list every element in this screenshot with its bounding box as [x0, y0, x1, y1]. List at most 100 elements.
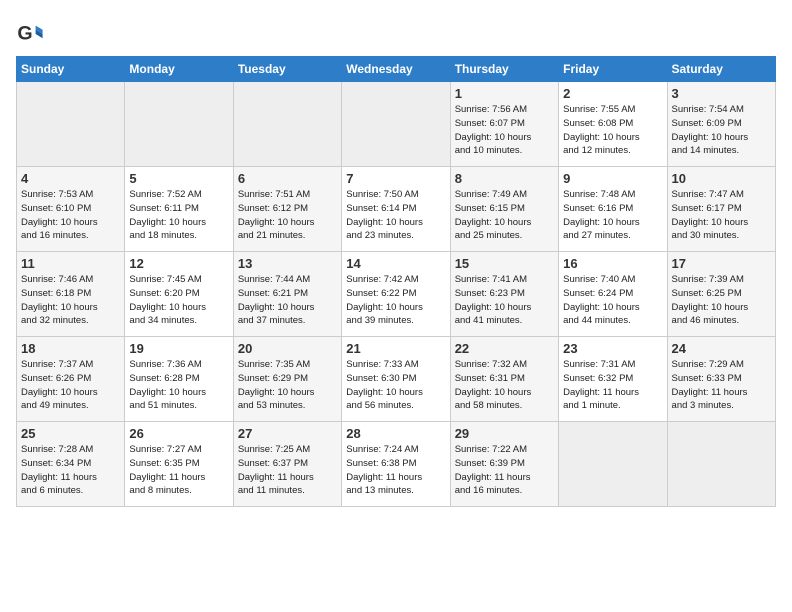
calendar-cell: 27 Sunrise: 7:25 AM Sunset: 6:37 PM Dayli… [233, 422, 341, 507]
day-info: Sunrise: 7:47 AM Sunset: 6:17 PM Dayligh… [672, 188, 771, 243]
calendar-page: G SundayMondayTuesdayWednesdayThursdayFr… [0, 0, 792, 523]
day-info: Sunrise: 7:31 AM Sunset: 6:32 PM Dayligh… [563, 358, 662, 413]
calendar-cell: 9 Sunrise: 7:48 AM Sunset: 6:16 PM Daylig… [559, 167, 667, 252]
calendar-cell: 14 Sunrise: 7:42 AM Sunset: 6:22 PM Dayli… [342, 252, 450, 337]
day-number: 11 [21, 256, 120, 271]
day-info: Sunrise: 7:42 AM Sunset: 6:22 PM Dayligh… [346, 273, 445, 328]
day-info: Sunrise: 7:50 AM Sunset: 6:14 PM Dayligh… [346, 188, 445, 243]
day-info: Sunrise: 7:36 AM Sunset: 6:28 PM Dayligh… [129, 358, 228, 413]
calendar-cell [17, 82, 125, 167]
calendar-week-row: 11 Sunrise: 7:46 AM Sunset: 6:18 PM Dayli… [17, 252, 776, 337]
day-info: Sunrise: 7:24 AM Sunset: 6:38 PM Dayligh… [346, 443, 445, 498]
calendar-cell: 18 Sunrise: 7:37 AM Sunset: 6:26 PM Dayli… [17, 337, 125, 422]
day-header-saturday: Saturday [667, 57, 775, 82]
day-number: 19 [129, 341, 228, 356]
day-info: Sunrise: 7:40 AM Sunset: 6:24 PM Dayligh… [563, 273, 662, 328]
calendar-cell [125, 82, 233, 167]
day-info: Sunrise: 7:35 AM Sunset: 6:29 PM Dayligh… [238, 358, 337, 413]
day-number: 15 [455, 256, 554, 271]
day-number: 26 [129, 426, 228, 441]
calendar-cell [233, 82, 341, 167]
calendar-cell: 4Sunrise: 7:53 AM Sunset: 6:10 PM Daylig… [17, 167, 125, 252]
day-header-tuesday: Tuesday [233, 57, 341, 82]
day-number: 27 [238, 426, 337, 441]
calendar-cell: 25 Sunrise: 7:28 AM Sunset: 6:34 PM Dayli… [17, 422, 125, 507]
day-info: Sunrise: 7:41 AM Sunset: 6:23 PM Dayligh… [455, 273, 554, 328]
day-info: Sunrise: 7:45 AM Sunset: 6:20 PM Dayligh… [129, 273, 228, 328]
day-number: 25 [21, 426, 120, 441]
day-info: Sunrise: 7:39 AM Sunset: 6:25 PM Dayligh… [672, 273, 771, 328]
day-info: Sunrise: 7:29 AM Sunset: 6:33 PM Dayligh… [672, 358, 771, 413]
day-number: 8 [455, 171, 554, 186]
calendar-week-row: 25 Sunrise: 7:28 AM Sunset: 6:34 PM Dayli… [17, 422, 776, 507]
day-info: Sunrise: 7:49 AM Sunset: 6:15 PM Dayligh… [455, 188, 554, 243]
day-header-friday: Friday [559, 57, 667, 82]
calendar-cell: 12 Sunrise: 7:45 AM Sunset: 6:20 PM Dayli… [125, 252, 233, 337]
day-info: Sunrise: 7:48 AM Sunset: 6:16 PM Dayligh… [563, 188, 662, 243]
day-number: 2 [563, 86, 662, 101]
day-number: 21 [346, 341, 445, 356]
day-info: Sunrise: 7:22 AM Sunset: 6:39 PM Dayligh… [455, 443, 554, 498]
day-number: 23 [563, 341, 662, 356]
day-info: Sunrise: 7:37 AM Sunset: 6:26 PM Dayligh… [21, 358, 120, 413]
calendar-cell: 10 Sunrise: 7:47 AM Sunset: 6:17 PM Dayli… [667, 167, 775, 252]
day-info: Sunrise: 7:54 AM Sunset: 6:09 PM Dayligh… [672, 103, 771, 158]
day-number: 3 [672, 86, 771, 101]
day-number: 24 [672, 341, 771, 356]
day-info: Sunrise: 7:25 AM Sunset: 6:37 PM Dayligh… [238, 443, 337, 498]
day-header-thursday: Thursday [450, 57, 558, 82]
svg-text:G: G [17, 23, 32, 45]
day-header-wednesday: Wednesday [342, 57, 450, 82]
calendar-cell: 23 Sunrise: 7:31 AM Sunset: 6:32 PM Dayli… [559, 337, 667, 422]
day-info: Sunrise: 7:27 AM Sunset: 6:35 PM Dayligh… [129, 443, 228, 498]
calendar-cell: 16 Sunrise: 7:40 AM Sunset: 6:24 PM Dayli… [559, 252, 667, 337]
day-number: 28 [346, 426, 445, 441]
calendar-cell: 11 Sunrise: 7:46 AM Sunset: 6:18 PM Dayli… [17, 252, 125, 337]
calendar-header: G [16, 16, 776, 48]
logo-icon: G [16, 20, 44, 48]
logo: G [16, 20, 46, 48]
day-number: 1 [455, 86, 554, 101]
day-number: 12 [129, 256, 228, 271]
day-number: 29 [455, 426, 554, 441]
calendar-week-row: 1 Sunrise: 7:56 AM Sunset: 6:07 PM Daylig… [17, 82, 776, 167]
day-number: 22 [455, 341, 554, 356]
day-number: 9 [563, 171, 662, 186]
day-info: Sunrise: 7:52 AM Sunset: 6:11 PM Dayligh… [129, 188, 228, 243]
calendar-cell: 24 Sunrise: 7:29 AM Sunset: 6:33 PM Dayli… [667, 337, 775, 422]
calendar-cell: 1 Sunrise: 7:56 AM Sunset: 6:07 PM Daylig… [450, 82, 558, 167]
day-number: 13 [238, 256, 337, 271]
calendar-cell [667, 422, 775, 507]
day-number: 16 [563, 256, 662, 271]
day-number: 5 [129, 171, 228, 186]
day-number: 10 [672, 171, 771, 186]
calendar-cell: 19 Sunrise: 7:36 AM Sunset: 6:28 PM Dayli… [125, 337, 233, 422]
day-info: Sunrise: 7:46 AM Sunset: 6:18 PM Dayligh… [21, 273, 120, 328]
calendar-week-row: 18 Sunrise: 7:37 AM Sunset: 6:26 PM Dayli… [17, 337, 776, 422]
day-info: Sunrise: 7:28 AM Sunset: 6:34 PM Dayligh… [21, 443, 120, 498]
calendar-cell: 5 Sunrise: 7:52 AM Sunset: 6:11 PM Daylig… [125, 167, 233, 252]
calendar-cell: 17Sunrise: 7:39 AM Sunset: 6:25 PM Dayli… [667, 252, 775, 337]
day-info: Sunrise: 7:33 AM Sunset: 6:30 PM Dayligh… [346, 358, 445, 413]
calendar-cell: 15 Sunrise: 7:41 AM Sunset: 6:23 PM Dayli… [450, 252, 558, 337]
day-number: 7 [346, 171, 445, 186]
calendar-week-row: 4Sunrise: 7:53 AM Sunset: 6:10 PM Daylig… [17, 167, 776, 252]
calendar-cell: 22 Sunrise: 7:32 AM Sunset: 6:31 PM Dayli… [450, 337, 558, 422]
calendar-cell: 13 Sunrise: 7:44 AM Sunset: 6:21 PM Dayli… [233, 252, 341, 337]
day-number: 18 [21, 341, 120, 356]
day-header-monday: Monday [125, 57, 233, 82]
calendar-cell: 29 Sunrise: 7:22 AM Sunset: 6:39 PM Dayli… [450, 422, 558, 507]
calendar-cell [559, 422, 667, 507]
calendar-cell: 26 Sunrise: 7:27 AM Sunset: 6:35 PM Dayli… [125, 422, 233, 507]
day-info: Sunrise: 7:55 AM Sunset: 6:08 PM Dayligh… [563, 103, 662, 158]
calendar-cell: 3 Sunrise: 7:54 AM Sunset: 6:09 PM Daylig… [667, 82, 775, 167]
calendar-cell: 7 Sunrise: 7:50 AM Sunset: 6:14 PM Daylig… [342, 167, 450, 252]
day-info: Sunrise: 7:44 AM Sunset: 6:21 PM Dayligh… [238, 273, 337, 328]
day-info: Sunrise: 7:32 AM Sunset: 6:31 PM Dayligh… [455, 358, 554, 413]
day-number: 20 [238, 341, 337, 356]
calendar-table: SundayMondayTuesdayWednesdayThursdayFrid… [16, 56, 776, 507]
day-info: Sunrise: 7:56 AM Sunset: 6:07 PM Dayligh… [455, 103, 554, 158]
day-number: 14 [346, 256, 445, 271]
calendar-cell: 6Sunrise: 7:51 AM Sunset: 6:12 PM Daylig… [233, 167, 341, 252]
calendar-cell: 28 Sunrise: 7:24 AM Sunset: 6:38 PM Dayli… [342, 422, 450, 507]
